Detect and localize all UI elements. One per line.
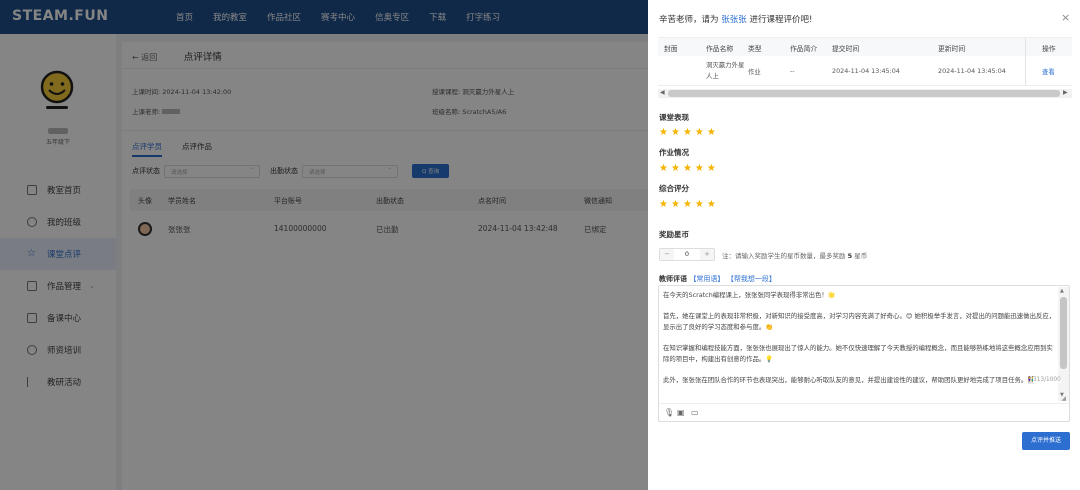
star-icon[interactable]: ★ [707,200,716,210]
star-icon[interactable]: ★ [683,128,692,138]
comment-label: 教师评语 [659,275,687,283]
view-work-link[interactable]: 查看 [1042,67,1055,76]
col-type: 类型 [748,45,762,53]
char-counter: 313/1000 [1033,377,1061,383]
modal-backdrop[interactable] [0,0,648,490]
star-icon[interactable]: ★ [671,128,680,138]
horizontal-scrollbar[interactable]: ◀ ▶ [658,89,1072,98]
star-icon[interactable]: ★ [659,128,668,138]
star-icon[interactable]: ★ [683,164,692,174]
works-table: 封面 作品名称 类型 作品简介 提交时间 更新时间 操作 洞灭赢力外星人上 作业… [658,37,1072,86]
decrement-button[interactable]: − [660,249,674,260]
scroll-up-icon[interactable]: ▲ [1060,288,1064,294]
comment-label-row: 教师评语 【常用语】 【帮我想一段】 [659,274,776,284]
col-cover: 封面 [664,45,678,53]
reward-label: 奖励星币 [659,230,689,239]
review-drawer: 辛苦老师，请为 张张张 进行课程评价吧! × 封面 作品名称 类型 作品简介 提… [648,0,1080,490]
editor-toolbar: 🎙 ▣ ▭ [659,403,1069,422]
star-icon[interactable]: ★ [695,164,704,174]
star-icon[interactable]: ★ [683,200,692,210]
reward-value-input[interactable]: 0 [674,249,700,260]
image-icon[interactable]: ▣ [677,408,685,417]
work-submitted: 2024-11-04 13:45:04 [832,67,900,75]
comment-paragraph: 在今天的Scratch编程课上，张张张同学表现得非常出色！🌟 [663,291,836,299]
student-name-highlight: 张张张 [721,15,747,25]
rating-homework[interactable]: ★ ★ ★ ★ ★ [659,164,716,174]
section-label-class-performance: 课堂表现 [659,113,689,122]
col-intro: 作品简介 [790,45,818,53]
star-icon[interactable]: ★ [707,128,716,138]
section-label-overall: 综合评分 [659,184,689,193]
increment-button[interactable]: + [700,249,714,260]
scrollbar-thumb[interactable] [1060,297,1067,369]
star-icon[interactable]: ★ [695,200,704,210]
reward-stepper[interactable]: − 0 + [659,248,715,261]
rating-class-performance[interactable]: ★ ★ ★ ★ ★ [659,128,716,138]
work-name: 洞灭赢力外星人上 [706,61,745,80]
star-icon[interactable]: ★ [659,164,668,174]
rating-overall[interactable]: ★ ★ ★ ★ ★ [659,200,716,210]
comment-paragraph: 此外，张张张在团队合作的环节也表现突出，能够耐心听取队友的意见，并提出建设性的建… [663,375,1036,384]
comment-editor[interactable]: 在今天的Scratch编程课上，张张张同学表现得非常出色！🌟 首先，她在课堂上的… [658,285,1070,422]
col-action: 操作 [1042,45,1056,53]
comment-paragraph: 首先，她在课堂上的表现非常积极，对新知识的接受度高，对学习内容充满了好奇心。😊 … [663,312,1056,331]
comment-paragraph: 在知识掌握和编程技能方面，张张张也展现出了惊人的能力。她不仅快速理解了今天教授的… [663,343,1053,363]
drawer-title: 辛苦老师，请为 张张张 进行课程评价吧! [659,15,813,25]
star-icon[interactable]: ★ [659,200,668,210]
section-label-homework: 作业情况 [659,148,689,157]
col-updated: 更新时间 [938,45,966,53]
col-work-name: 作品名称 [706,45,734,53]
star-icon[interactable]: ★ [671,164,680,174]
scroll-left-icon[interactable]: ◀ [660,89,665,96]
video-icon[interactable]: ▭ [691,408,699,417]
resize-handle-icon[interactable]: ◢ [1061,395,1066,402]
vertical-scrollbar[interactable]: ▲ ▼ [1058,287,1069,401]
fixed-column-divider [1025,38,1026,86]
common-phrases-link[interactable]: 【常用语】 [689,275,724,283]
reward-note: 注：请输入奖励学生的星币数量，最多奖励 5 星币 [722,252,868,260]
scroll-right-icon[interactable]: ▶ [1063,89,1068,96]
microphone-icon[interactable]: 🎙 [664,408,674,417]
close-icon[interactable]: × [1061,11,1070,24]
star-icon[interactable]: ★ [707,164,716,174]
col-submitted: 提交时间 [832,45,860,53]
scrollbar-thumb[interactable] [668,90,1060,97]
star-icon[interactable]: ★ [695,128,704,138]
comment-textarea[interactable]: 在今天的Scratch编程课上，张张张同学表现得非常出色！🌟 首先，她在课堂上的… [663,290,1056,402]
work-type: 作业 [748,68,761,76]
submit-review-button[interactable]: 点评并推送 [1022,432,1070,450]
table-row: 洞灭赢力外星人上 作业 -- 2024-11-04 13:45:04 2024-… [658,56,1072,86]
ai-help-write-link[interactable]: 【帮我想一段】 [727,275,776,283]
works-table-header: 封面 作品名称 类型 作品简介 提交时间 更新时间 操作 [658,38,1072,56]
work-updated: 2024-11-04 13:45:04 [938,67,1006,75]
star-icon[interactable]: ★ [671,200,680,210]
work-intro: -- [790,67,795,75]
